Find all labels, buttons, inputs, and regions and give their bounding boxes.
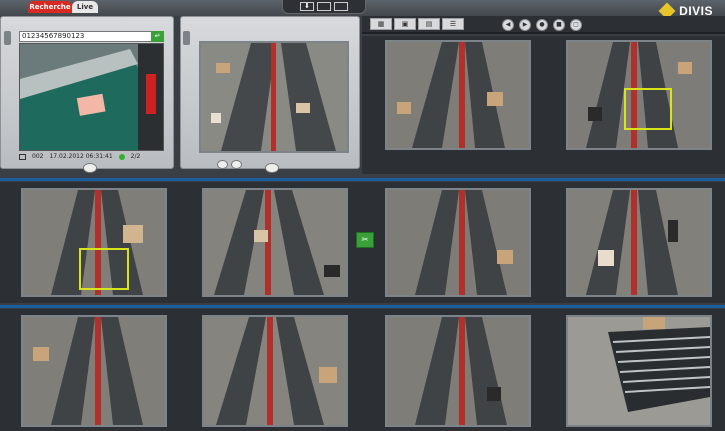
clock-icon[interactable]: [217, 160, 228, 169]
row-separator: [0, 178, 725, 181]
row-separator: [0, 305, 725, 308]
export-icon[interactable]: ✂: [356, 232, 374, 248]
panel-handle[interactable]: [4, 31, 11, 45]
warehouse-view-icon: [201, 43, 347, 151]
search-result-video[interactable]: [19, 43, 164, 151]
scroll-knob[interactable]: [265, 163, 279, 173]
list-icon[interactable]: ☰: [442, 18, 464, 30]
page-counter: 2/2: [130, 153, 141, 160]
camera-feed[interactable]: [566, 40, 712, 150]
warehouse-view-icon: [204, 190, 346, 295]
top-bar: Recherche Live ⬇ DIVIS: [0, 0, 725, 20]
camera-feed[interactable]: [385, 188, 531, 297]
fullscreen-icon[interactable]: ▢: [570, 19, 582, 31]
warehouse-view-icon: [204, 317, 346, 425]
check-icon[interactable]: ↵: [151, 31, 164, 42]
camera-feed[interactable]: [385, 40, 531, 150]
view-toolbar: ▦ ▣ ▤ ☰ ◀ ▶ ● ■ ▢: [362, 16, 725, 34]
detection-box: [624, 88, 672, 130]
detection-box: [79, 248, 129, 290]
warehouse-view-icon: [23, 317, 165, 425]
rewind-icon[interactable]: ◀: [502, 19, 514, 31]
warehouse-view-icon: [387, 42, 529, 148]
tab-recherche[interactable]: Recherche: [28, 1, 72, 13]
forward-icon[interactable]: ▶: [519, 19, 531, 31]
panel-handle[interactable]: [183, 31, 190, 45]
warehouse-view-icon: [387, 317, 529, 425]
tab-live[interactable]: Live: [72, 1, 98, 13]
download-icon[interactable]: ⬇: [300, 2, 314, 11]
record-datetime: 17.02.2012 06:31:41: [49, 153, 113, 160]
grid-icon[interactable]: ▦: [370, 18, 392, 30]
layout-switcher: ⬇: [282, 0, 366, 14]
camera-feed[interactable]: [21, 188, 167, 297]
warehouse-view-icon: [568, 190, 710, 295]
camera-feed[interactable]: [21, 315, 167, 427]
camera-id: 002: [32, 153, 44, 160]
roller-conveyor-icon: [568, 317, 710, 425]
record-icon: [19, 154, 26, 160]
layout-single-icon[interactable]: [317, 2, 331, 11]
scroll-knob[interactable]: [83, 163, 97, 173]
camera-feed[interactable]: [385, 315, 531, 427]
box-icon[interactable]: ▣: [394, 18, 416, 30]
live-panel: [180, 16, 360, 173]
settings-icon[interactable]: ■: [553, 19, 565, 31]
camera-feed[interactable]: [202, 188, 348, 297]
camera-feed[interactable]: [566, 188, 712, 297]
camera-feed[interactable]: [202, 315, 348, 427]
camera-icon[interactable]: ●: [536, 19, 548, 31]
map-icon[interactable]: ▤: [418, 18, 440, 30]
conveyor-view-icon: [20, 44, 163, 150]
timer-icon[interactable]: [231, 160, 242, 169]
warehouse-view-icon: [387, 190, 529, 295]
record-info: 002 17.02.2012 06:31:41 2/2: [19, 152, 164, 162]
status-dot-icon: [118, 154, 125, 160]
camera-feed[interactable]: [566, 315, 712, 427]
layout-double-icon[interactable]: [334, 2, 348, 11]
search-value: 01234567890123: [22, 32, 85, 40]
search-panel: 01234567890123 ↵ 002 17.02.2012 06:31:41…: [0, 16, 174, 173]
search-input[interactable]: 01234567890123 ↵: [19, 31, 164, 42]
live-camera-feed[interactable]: [199, 41, 349, 153]
